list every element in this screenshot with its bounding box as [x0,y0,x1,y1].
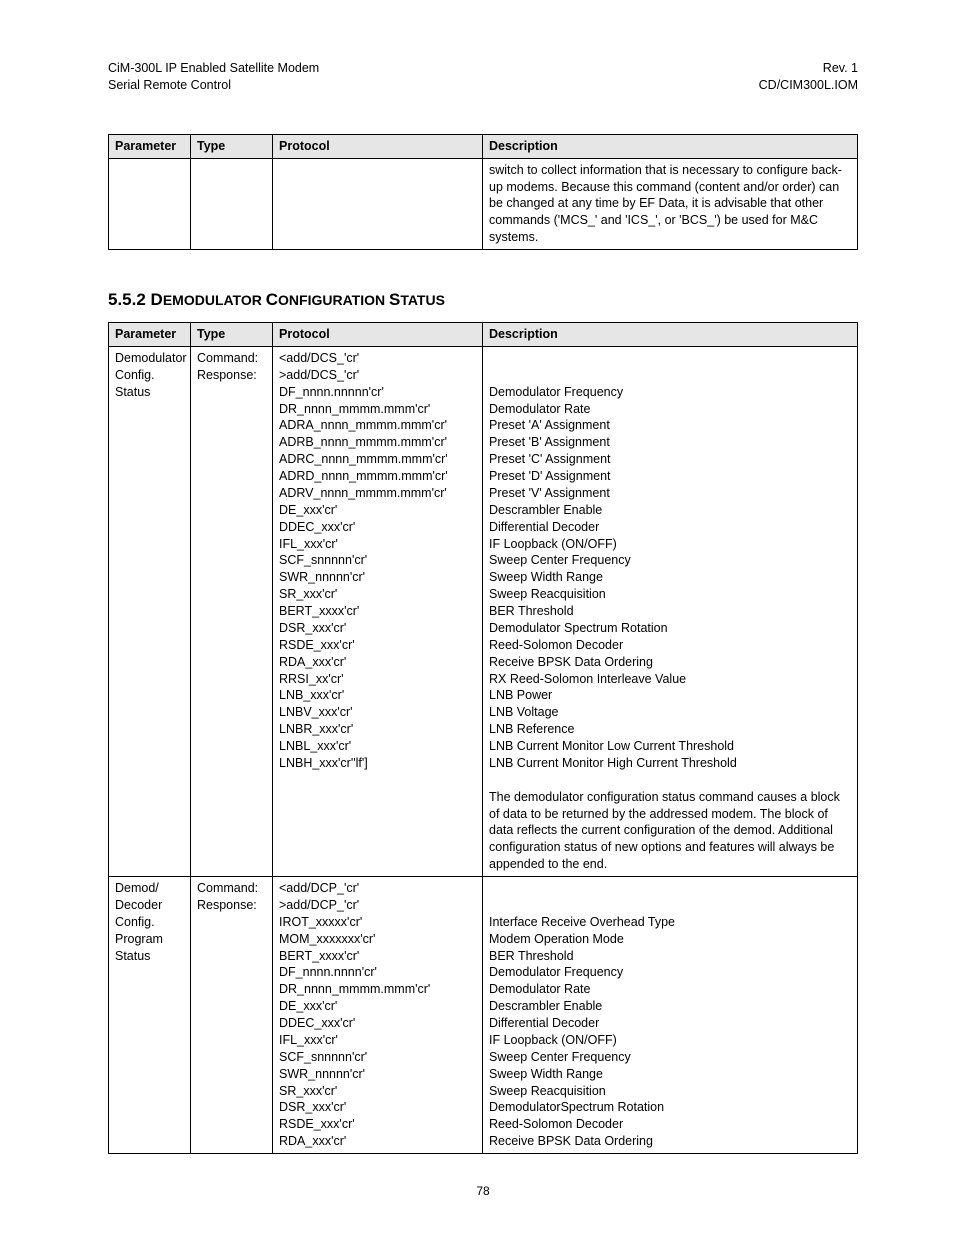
cell-protocol [273,158,483,249]
word3-rest: TATUS [400,292,445,308]
cell-type: Command: Response: [191,346,273,876]
word2-rest: ONFIGURATION [278,292,389,308]
section-number: 5.5.2 [108,290,151,309]
page-number: 78 [108,1184,858,1198]
col-protocol: Protocol [273,134,483,158]
word2-first: C [266,290,278,309]
col-type: Type [191,323,273,347]
header-left: CiM-300L IP Enabled Satellite Modem Seri… [108,60,319,94]
header-doc: CD/CIM300L.IOM [759,77,858,94]
section-heading: 5.5.2 DEMODULATOR CONFIGURATION STATUS [108,290,858,310]
col-description: Description [483,134,858,158]
table-row: Demodulator Config. Status Command: Resp… [109,346,858,876]
col-parameter: Parameter [109,323,191,347]
cell-protocol: <add/DCS_'cr' >add/DCS_'cr' DF_nnnn.nnnn… [273,346,483,876]
header-title: CiM-300L IP Enabled Satellite Modem [108,60,319,77]
table-row: Demod/ Decoder Config. Program Status Co… [109,877,858,1154]
col-type: Type [191,134,273,158]
table-top: Parameter Type Protocol Description swit… [108,134,858,250]
col-parameter: Parameter [109,134,191,158]
table-header-row: Parameter Type Protocol Description [109,323,858,347]
cell-description: Demodulator Frequency Demodulator Rate P… [483,346,858,876]
cell-description: switch to collect information that is ne… [483,158,858,249]
col-protocol: Protocol [273,323,483,347]
header-right: Rev. 1 CD/CIM300L.IOM [759,60,858,94]
cell-type [191,158,273,249]
cell-parameter [109,158,191,249]
cell-description: Interface Receive Overhead Type Modem Op… [483,877,858,1154]
header-rev: Rev. 1 [759,60,858,77]
header-subtitle: Serial Remote Control [108,77,319,94]
table-header-row: Parameter Type Protocol Description [109,134,858,158]
word3-first: S [389,290,400,309]
cell-parameter: Demod/ Decoder Config. Program Status [109,877,191,1154]
col-description: Description [483,323,858,347]
table-row: switch to collect information that is ne… [109,158,858,249]
cell-parameter: Demodulator Config. Status [109,346,191,876]
page-header: CiM-300L IP Enabled Satellite Modem Seri… [108,60,858,94]
word1-first: D [151,290,163,309]
cell-protocol: <add/DCP_'cr' >add/DCP_'cr' IROT_xxxxx'c… [273,877,483,1154]
word1-rest: EMODULATOR [163,292,266,308]
table-demod-config: Parameter Type Protocol Description Demo… [108,322,858,1154]
cell-type: Command: Response: [191,877,273,1154]
